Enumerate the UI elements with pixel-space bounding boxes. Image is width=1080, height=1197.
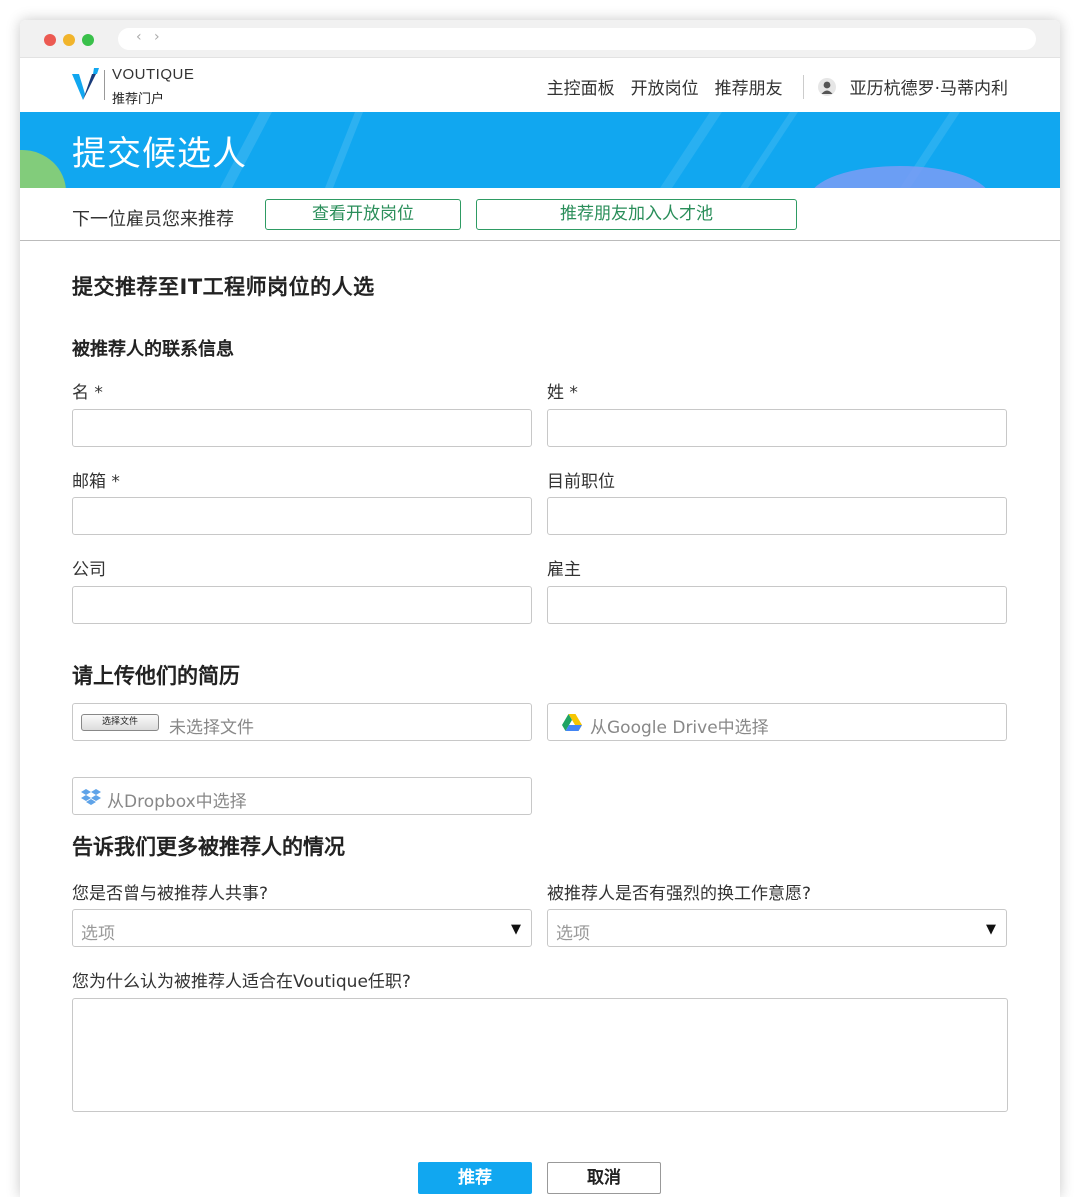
dropbox-icon [81,789,101,805]
job-change-desire-value: 选项 [556,924,590,944]
email-input[interactable] [72,497,532,535]
minimize-window-icon[interactable] [63,34,75,46]
nav-links: 主控面板 开放岗位 推荐朋友 亚历杭德罗·马蒂内利 [531,74,1008,99]
brand-subtitle: 推荐门户 [112,92,165,107]
browser-window: ‹ › VOUTIQUE 推荐门户 主控面板 开放岗位 推荐朋友 亚历杭德罗·马… [20,20,1060,1197]
maximize-window-icon[interactable] [82,34,94,46]
job-change-desire-select[interactable]: 选项 ▼ [547,909,1007,947]
voutique-logo-icon [72,68,99,100]
first-name-input[interactable] [72,409,532,447]
top-navigation: VOUTIQUE 推荐门户 主控面板 开放岗位 推荐朋友 亚历杭德罗·马蒂内利 [20,58,1060,112]
resume-file-picker: 选择文件 未选择文件 [72,703,532,741]
view-open-jobs-button[interactable]: 查看开放岗位 [265,199,461,230]
worked-together-select[interactable]: 选项 ▼ [72,909,532,947]
user-name[interactable]: 亚历杭德罗·马蒂内利 [850,74,1008,99]
form-title: 提交推荐至IT工程师岗位的人选 [72,275,375,299]
choose-file-button[interactable]: 选择文件 [81,714,159,731]
logo-divider [104,70,105,100]
google-drive-icon [562,714,582,731]
referral-prompt: 下一位雇员您来推荐 [72,209,234,230]
close-window-icon[interactable] [44,34,56,46]
nav-dashboard[interactable]: 主控面板 [547,74,615,99]
browser-chrome: ‹ › [20,20,1060,58]
email-label: 邮箱 * [72,472,120,492]
referral-bar: 下一位雇员您来推荐 查看开放岗位 推荐朋友加入人才池 [20,188,1060,241]
nav-divider [802,74,804,99]
cancel-button[interactable]: 取消 [547,1162,661,1194]
worked-together-value: 选项 [81,924,115,944]
job-change-desire-label: 被推荐人是否有强烈的换工作意愿? [547,884,812,904]
dropdown-caret-icon: ▼ [511,922,521,937]
back-forward-icon[interactable]: ‹ › [136,29,164,45]
resume-heading: 请上传他们的简历 [72,664,240,688]
file-status: 未选择文件 [169,718,254,738]
user-avatar-icon[interactable] [817,77,836,96]
employer-input[interactable] [547,586,1007,624]
nav-refer-friend[interactable]: 推荐朋友 [715,74,783,99]
google-drive-label: 从Google Drive中选择 [590,718,769,738]
dropbox-label: 从Dropbox中选择 [107,792,247,812]
contact-heading: 被推荐人的联系信息 [72,339,234,360]
worked-together-label: 您是否曾与被推荐人共事? [72,884,269,904]
why-fit-label: 您为什么认为被推荐人适合在Voutique任职? [72,972,411,992]
more-info-heading: 告诉我们更多被推荐人的情况 [72,835,345,859]
company-label: 公司 [72,560,106,580]
dropbox-picker[interactable]: 从Dropbox中选择 [72,777,532,815]
dropdown-caret-icon: ▼ [986,922,996,937]
google-drive-picker[interactable]: 从Google Drive中选择 [547,703,1007,741]
current-title-input[interactable] [547,497,1007,535]
last-name-input[interactable] [547,409,1007,447]
nav-open-jobs[interactable]: 开放岗位 [631,74,699,99]
address-bar[interactable]: ‹ › [118,28,1036,50]
page-banner: 提交候选人 [20,112,1060,188]
first-name-label: 名 * [72,383,103,403]
current-title-label: 目前职位 [547,472,615,492]
employer-label: 雇主 [547,560,581,580]
page-title: 提交候选人 [72,134,247,174]
submit-referral-button[interactable]: 推荐 [418,1162,532,1194]
why-fit-textarea[interactable] [72,998,1008,1112]
brand-name: VOUTIQUE [112,66,195,83]
company-input[interactable] [72,586,532,624]
last-name-label: 姓 * [547,383,578,403]
refer-friend-pool-button[interactable]: 推荐朋友加入人才池 [476,199,797,230]
